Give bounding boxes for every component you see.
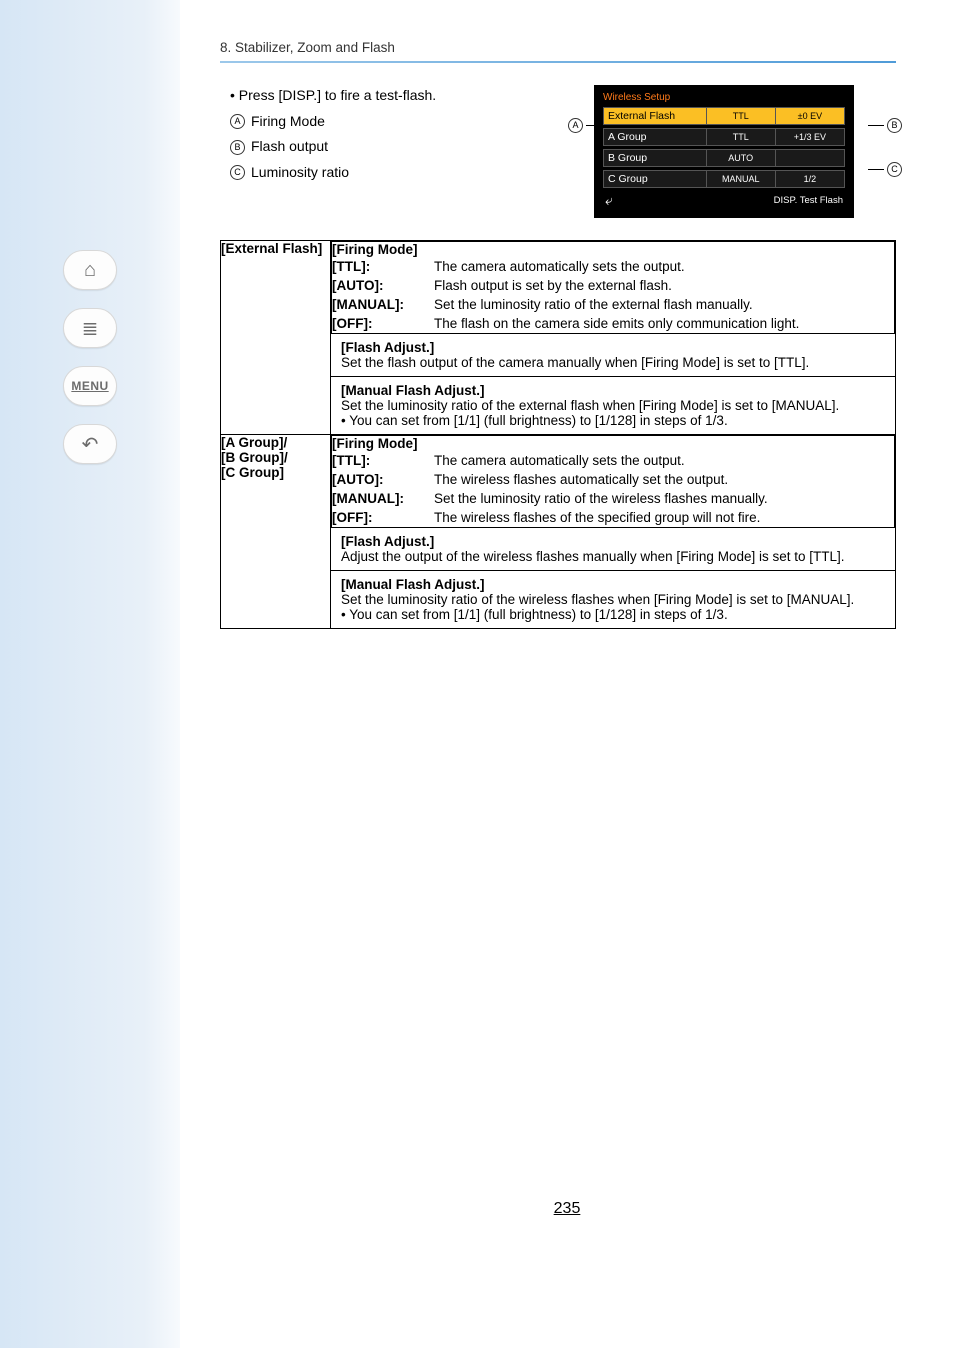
grp-fa-head: [Flash Adjust.] <box>341 534 885 549</box>
fig-row-out: ±0 EV <box>776 107 845 125</box>
header-rule <box>220 61 896 63</box>
manual-key-2: [MANUAL]: <box>332 491 424 506</box>
group-label-b: [B Group]/ <box>221 450 330 465</box>
legend-b-badge: B <box>230 140 245 155</box>
figure-row: C Group MANUAL 1/2 <box>603 170 845 188</box>
content-area: 8. Stabilizer, Zoom and Flash • Press [D… <box>180 0 954 1348</box>
figure-wrap: A B C Wireless Setup External Flash <box>566 85 896 218</box>
group-label-c: [C Group] <box>221 465 330 480</box>
ext-manual-desc: Set the luminosity ratio of the external… <box>434 297 753 312</box>
figure-back-icon: ⤶ <box>605 192 613 209</box>
ext-mfa-head: [Manual Flash Adjust.] <box>341 383 885 398</box>
home-icon[interactable]: ⌂ <box>63 250 117 290</box>
grp-manual-desc: Set the luminosity ratio of the wireless… <box>434 491 768 506</box>
off-key: [OFF]: <box>332 316 424 331</box>
auto-key: [AUTO]: <box>332 278 424 293</box>
wireless-setup-figure: Wireless Setup External Flash TTL ±0 EV … <box>594 85 854 218</box>
fig-row-out: 1/2 <box>776 170 845 188</box>
back-glyph: ↶ <box>82 432 99 457</box>
settings-table: [External Flash] [Firing Mode] [TTL]: The… <box>220 240 896 629</box>
fig-row-mode: MANUAL <box>707 170 776 188</box>
ext-ttl-desc: The camera automatically sets the output… <box>434 259 685 274</box>
ext-fa-body: Set the flash output of the camera manua… <box>341 355 885 370</box>
toc-icon[interactable]: ≣ <box>63 308 117 348</box>
fig-row-mode: TTL <box>707 107 776 125</box>
annotation-c-badge: C <box>887 162 902 177</box>
ext-mfa-note: • You can set from [1/1] (full brightnes… <box>341 413 885 428</box>
grp-ttl-desc: The camera automatically sets the output… <box>434 453 685 468</box>
ext-mfa-body: Set the luminosity ratio of the external… <box>341 398 885 413</box>
legend-a-badge: A <box>230 114 245 129</box>
sidebar: ⌂ ≣ MENU ↶ <box>0 0 180 1348</box>
page-number: 235 <box>180 1200 954 1218</box>
fig-row-name: External Flash <box>603 107 707 125</box>
grp-auto-desc: The wireless flashes automatically set t… <box>434 472 728 487</box>
home-glyph: ⌂ <box>84 259 96 282</box>
manual-key: [MANUAL]: <box>332 297 424 312</box>
legend-a-text: Firing Mode <box>251 111 325 133</box>
fig-row-name: B Group <box>603 149 707 167</box>
legend-c-text: Luminosity ratio <box>251 162 349 184</box>
group-label: [A Group]/ [B Group]/ [C Group] <box>221 435 331 629</box>
ttl-key-2: [TTL]: <box>332 453 424 468</box>
figure-row: A Group TTL +1/3 EV <box>603 128 845 146</box>
ext-auto-desc: Flash output is set by the external flas… <box>434 278 672 293</box>
ext-fa-head: [Flash Adjust.] <box>341 340 885 355</box>
legend-b-text: Flash output <box>251 136 328 158</box>
toc-glyph: ≣ <box>82 316 99 341</box>
figure-row: B Group AUTO <box>603 149 845 167</box>
grp-mfa-head: [Manual Flash Adjust.] <box>341 577 885 592</box>
grp-mfa-note: • You can set from [1/1] (full brightnes… <box>341 607 885 622</box>
firing-mode-head: [Firing Mode] <box>332 242 894 257</box>
grp-fa-body: Adjust the output of the wireless flashe… <box>341 549 885 564</box>
figure-foot-label: DISP. Test Flash <box>774 195 843 206</box>
annotation-a: A <box>568 118 602 133</box>
fig-row-out <box>776 149 845 167</box>
grp-off-desc: The wireless flashes of the specified gr… <box>434 510 760 525</box>
external-flash-label: [External Flash] <box>221 241 331 435</box>
annotation-b: B <box>868 118 902 133</box>
ttl-key: [TTL]: <box>332 259 424 274</box>
grp-mfa-body: Set the luminosity ratio of the wireless… <box>341 592 885 607</box>
breadcrumb: 8. Stabilizer, Zoom and Flash <box>220 40 896 55</box>
menu-button[interactable]: MENU <box>63 366 117 406</box>
annotation-a-badge: A <box>568 118 583 133</box>
back-icon[interactable]: ↶ <box>63 424 117 464</box>
off-key-2: [OFF]: <box>332 510 424 525</box>
figure-title: Wireless Setup <box>603 92 845 103</box>
fig-row-name: A Group <box>603 128 707 146</box>
fig-row-name: C Group <box>603 170 707 188</box>
ext-off-desc: The flash on the camera side emits only … <box>434 316 799 331</box>
figure-row: External Flash TTL ±0 EV <box>603 107 845 125</box>
annotation-b-badge: B <box>887 118 902 133</box>
fig-row-mode: AUTO <box>707 149 776 167</box>
annotation-c: C <box>868 162 902 177</box>
firing-mode-head-2: [Firing Mode] <box>332 436 894 451</box>
intro-bullet: • Press [DISP.] to fire a test-flash. <box>230 85 550 107</box>
menu-label: MENU <box>71 379 108 393</box>
intro-block: • Press [DISP.] to fire a test-flash. A … <box>220 85 550 184</box>
group-label-a: [A Group]/ <box>221 435 330 450</box>
fig-row-out: +1/3 EV <box>776 128 845 146</box>
legend-c-badge: C <box>230 165 245 180</box>
fig-row-mode: TTL <box>707 128 776 146</box>
auto-key-2: [AUTO]: <box>332 472 424 487</box>
